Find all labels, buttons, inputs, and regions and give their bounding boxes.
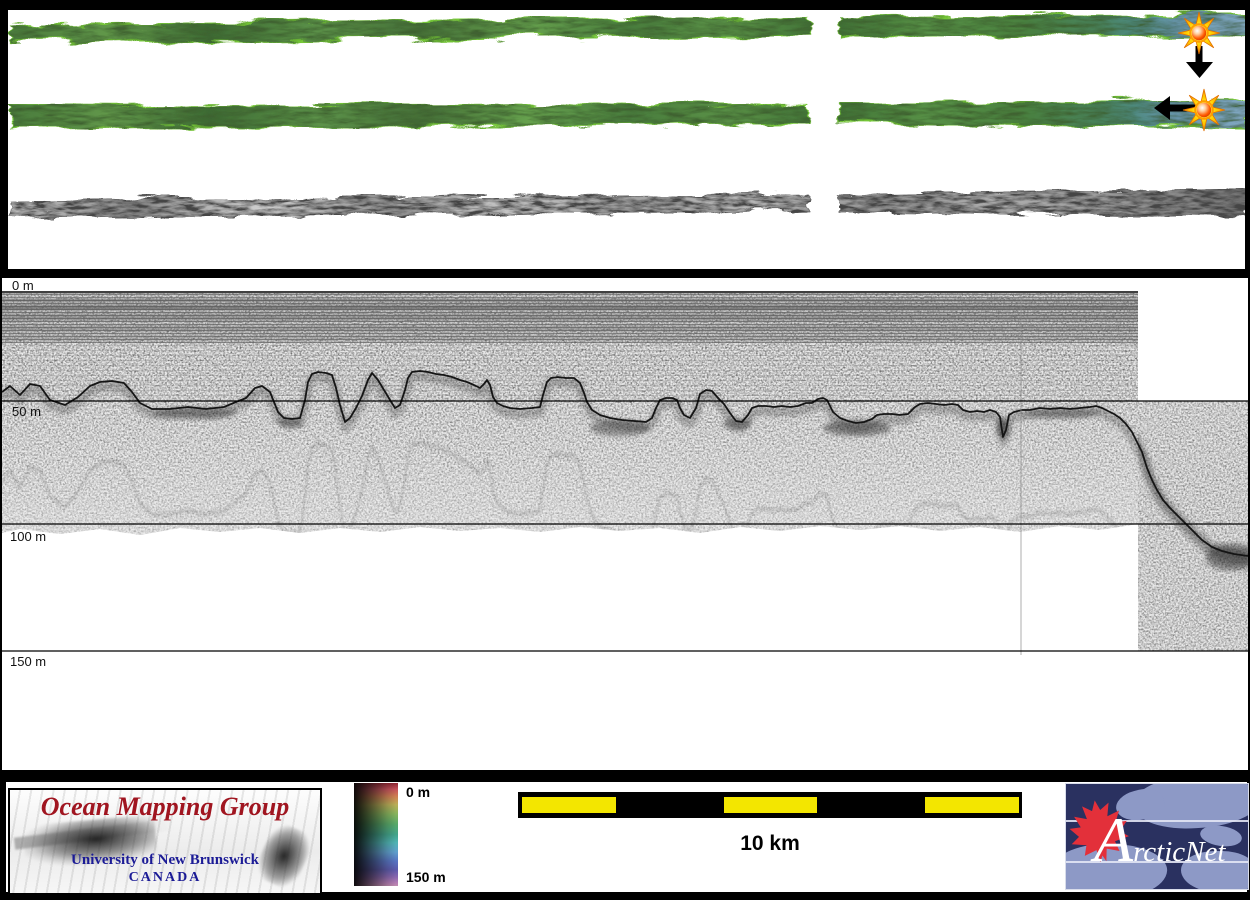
colorbar-top-label: 0 m bbox=[406, 784, 430, 800]
impact-starburst-icon bbox=[1178, 12, 1220, 54]
arcticnet-rest: rcticNet bbox=[1133, 836, 1225, 868]
colorbar-bottom-label: 150 m bbox=[406, 869, 446, 885]
seismic-noise-texture bbox=[2, 293, 1138, 665]
legend-footer-panel: Ocean Mapping Group University of New Br… bbox=[6, 782, 1247, 892]
depth-label-50m: 50 m bbox=[12, 404, 41, 419]
swath-overview-canvas bbox=[8, 10, 1245, 269]
scale-bar bbox=[518, 792, 1022, 818]
scale-bar-label: 10 km bbox=[518, 832, 1022, 856]
arcticnet-logo: ArcticNet bbox=[1065, 783, 1249, 890]
depth-label-100m: 100 m bbox=[10, 529, 46, 544]
seismic-section-canvas: 0 m 50 m 100 m 150 m bbox=[2, 278, 1248, 770]
depth-label-150m: 150 m bbox=[10, 654, 46, 669]
omg-title: Ocean Mapping Group bbox=[10, 792, 320, 822]
omg-country: CANADA bbox=[10, 870, 320, 886]
multibeam-swath-line-2 bbox=[8, 97, 1245, 126]
sidescan-swath-line bbox=[8, 186, 1245, 216]
arcticnet-wordmark: ArcticNet bbox=[1094, 790, 1246, 890]
swath-overview-panel bbox=[8, 10, 1245, 269]
multibeam-swath-line-1 bbox=[8, 12, 1245, 40]
depth-colorbar bbox=[354, 783, 398, 886]
depth-label-0m: 0 m bbox=[12, 278, 34, 293]
ocean-mapping-group-logo: Ocean Mapping Group University of New Br… bbox=[8, 788, 322, 895]
scale-bar-segment bbox=[518, 792, 619, 818]
scale-bar-segment bbox=[720, 792, 821, 818]
scale-bar-segment bbox=[820, 792, 921, 818]
scale-bar-segment bbox=[619, 792, 720, 818]
omg-subtitle: University of New Brunswick bbox=[10, 852, 320, 869]
arcticnet-initial: A bbox=[1094, 804, 1133, 875]
subbottom-profiler-panel: 0 m 50 m 100 m 150 m bbox=[2, 278, 1248, 770]
seismic-data-left-segment bbox=[2, 293, 1138, 665]
scale-bar-segment bbox=[921, 792, 1022, 818]
impact-starburst-icon bbox=[1183, 89, 1225, 131]
seismic-noise-texture bbox=[1138, 401, 1248, 651]
